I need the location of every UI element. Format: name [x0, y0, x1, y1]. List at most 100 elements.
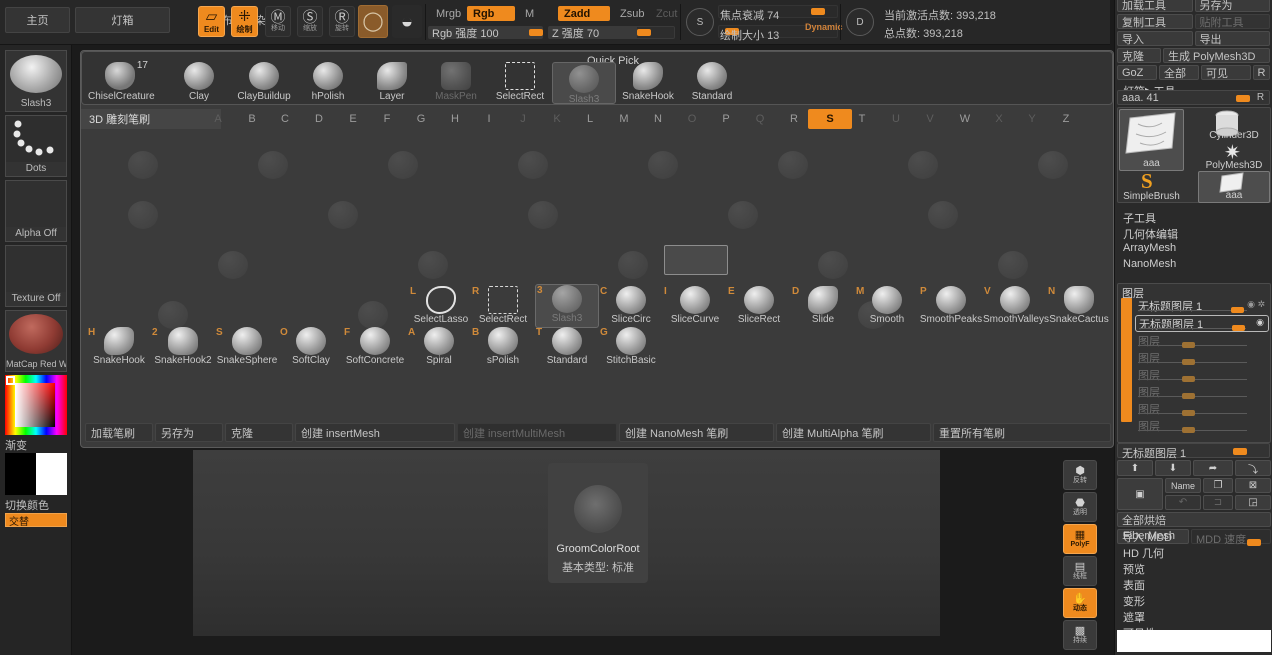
brush-snakecactus[interactable]: N SnakeCactus: [1047, 286, 1111, 330]
brush-smooth[interactable]: M Smooth: [855, 286, 919, 330]
alpha-key-a[interactable]: A: [208, 109, 228, 129]
alpha-key-i[interactable]: I: [479, 109, 499, 129]
brush-slide[interactable]: D Slide: [791, 286, 855, 330]
save-as-button[interactable]: 另存为: [155, 423, 223, 442]
vstrip-dynamic-button[interactable]: ✋ 动态: [1063, 588, 1097, 618]
alpha-key-k[interactable]: K: [547, 109, 567, 129]
brush-slicecurve[interactable]: I SliceCurve: [663, 286, 727, 330]
alpha-key-e[interactable]: E: [343, 109, 363, 129]
quickpick-item-clay[interactable]: Clay: [167, 62, 231, 104]
tool-cell-cylinder3d[interactable]: Cylinder3D: [1198, 110, 1270, 142]
edit-tool-button[interactable]: ▱ Edit: [198, 6, 225, 37]
section-fibermesh[interactable]: FiberMesh: [1123, 530, 1175, 542]
vstrip-persist-button[interactable]: ▩ 持续: [1063, 620, 1097, 650]
layer-grid-button[interactable]: ▣: [1117, 478, 1163, 510]
section-masking[interactable]: 遮罩: [1123, 609, 1145, 625]
vstrip-invert-button[interactable]: ⬢ 反转: [1063, 460, 1097, 490]
layer-row-3[interactable]: 图层: [1135, 333, 1269, 350]
quickpick-item-selectrect[interactable]: SelectRect: [488, 62, 552, 104]
brush-spiral[interactable]: A Spiral: [407, 327, 471, 371]
current-alpha-cell[interactable]: Alpha Off: [5, 180, 67, 242]
section-surface[interactable]: 表面: [1123, 577, 1145, 593]
brush-snakesphere[interactable]: S SnakeSphere: [215, 327, 279, 371]
section-deformation[interactable]: 变形: [1123, 593, 1145, 609]
alpha-key-r[interactable]: R: [784, 109, 804, 129]
rotate-tool-button[interactable]: Ⓡ 旋转: [329, 6, 355, 37]
brush-selectlasso[interactable]: L SelectLasso: [409, 286, 473, 330]
brush-smoothpeaks[interactable]: P SmoothPeaks: [919, 286, 983, 330]
current-brush-cell[interactable]: Slash3: [5, 50, 67, 112]
layers-scrollbar[interactable]: [1121, 298, 1132, 422]
mdd-speed-slider[interactable]: MDD 速度: [1191, 529, 1271, 546]
alpha-key-h[interactable]: H: [445, 109, 465, 129]
brush-selectrect[interactable]: R SelectRect: [471, 286, 535, 330]
layer-row-2[interactable]: 无标题图层 1 ◉: [1135, 315, 1269, 332]
alpha-key-g[interactable]: G: [411, 109, 431, 129]
alpha-key-u[interactable]: U: [886, 109, 906, 129]
section-subtool[interactable]: 子工具: [1123, 210, 1156, 226]
tool-cell-simplebrush[interactable]: S SimpleBrush: [1119, 169, 1184, 203]
rgb-intensity-slider[interactable]: Rgb 强度 100: [428, 26, 543, 40]
alpha-key-z[interactable]: Z: [1056, 109, 1076, 129]
alpha-key-x[interactable]: X: [989, 109, 1009, 129]
primary-color-swatch[interactable]: [5, 453, 36, 495]
m-button[interactable]: M: [519, 6, 540, 21]
layer-export-button[interactable]: ◲: [1235, 495, 1271, 510]
brush-softconcrete[interactable]: F SoftConcrete: [343, 327, 407, 371]
brush-slicecirc[interactable]: C SliceCirc: [599, 286, 663, 330]
create-insertmesh-button[interactable]: 创建 insertMesh: [295, 423, 455, 442]
current-stroke-cell[interactable]: Dots: [5, 115, 67, 177]
alpha-key-n[interactable]: N: [648, 109, 668, 129]
alpha-key-j[interactable]: J: [513, 109, 533, 129]
goz-r-button[interactable]: R: [1253, 65, 1270, 80]
layer-import-button[interactable]: ⊐: [1203, 495, 1233, 510]
quickpick-item-layer[interactable]: Layer: [360, 62, 424, 104]
alternate-button[interactable]: 交替: [5, 513, 67, 528]
alpha-key-d[interactable]: D: [309, 109, 329, 129]
nav-home-button[interactable]: 主页: [5, 7, 70, 33]
paste-tool-button[interactable]: 贴附工具: [1194, 14, 1270, 29]
layer-visibility-icon[interactable]: ◉ ✲: [1247, 299, 1265, 310]
material-swatch-button[interactable]: ◒: [392, 5, 422, 38]
nav-lightbox-button[interactable]: 灯箱: [75, 7, 170, 33]
quickpick-item-maskpen[interactable]: MaskPen: [424, 62, 488, 104]
quickpick-item-chiselcreature[interactable]: ChiselCreature 17: [88, 60, 155, 104]
scale-tool-button[interactable]: Ⓢ 缩放: [297, 6, 323, 37]
color-picker[interactable]: [5, 375, 67, 435]
color-swatches[interactable]: [5, 453, 67, 495]
layer-row-5[interactable]: 图层: [1135, 367, 1269, 384]
alpha-key-s[interactable]: S: [808, 109, 852, 129]
bake-all-button[interactable]: 全部烘焙: [1117, 512, 1271, 527]
brush-standard[interactable]: T Standard: [535, 327, 599, 371]
alpha-key-o[interactable]: O: [682, 109, 702, 129]
vstrip-transparency-button[interactable]: ⬣ 透明: [1063, 492, 1097, 522]
material-sphere-button[interactable]: ◯: [358, 5, 388, 38]
brush-stitchbasic[interactable]: G StitchBasic: [599, 327, 663, 371]
draw-icon[interactable]: D: [846, 8, 874, 36]
quickpick-item-standard[interactable]: Standard: [680, 62, 744, 104]
layer-split-button[interactable]: ⤵: [1235, 460, 1271, 476]
clone-brush-button[interactable]: 克隆: [225, 423, 293, 442]
goz-all-button[interactable]: 全部: [1159, 65, 1199, 80]
tool-cell-polymesh3d[interactable]: ✷ PolyMesh3D: [1198, 140, 1270, 172]
vstrip-polyframe-button[interactable]: ▦ PolyF: [1063, 524, 1097, 554]
alpha-key-y[interactable]: Y: [1022, 109, 1042, 129]
brush-slicerect[interactable]: E SliceRect: [727, 286, 791, 330]
layer-record-icon[interactable]: ◉: [1256, 317, 1264, 328]
layer-down-button[interactable]: ⬇: [1155, 460, 1191, 476]
alpha-key-f[interactable]: F: [377, 109, 397, 129]
section-preview[interactable]: 预览: [1123, 561, 1145, 577]
brush-smoothvalleys[interactable]: V SmoothValleys: [983, 286, 1049, 330]
groom-color-root-card[interactable]: GroomColorRoot 基本类型: 标准: [548, 463, 648, 583]
alpha-key-l[interactable]: L: [580, 109, 600, 129]
layer-delete-button[interactable]: ⊠: [1235, 478, 1271, 493]
z-intensity-slider[interactable]: Z 强度 70: [548, 26, 675, 40]
brush-slash3[interactable]: 3 Slash3: [535, 284, 599, 328]
alpha-key-q[interactable]: Q: [750, 109, 770, 129]
section-arraymesh[interactable]: ArrayMesh: [1123, 242, 1176, 254]
alpha-key-m[interactable]: M: [614, 109, 634, 129]
quickpick-item-claybuildup[interactable]: ClayBuildup: [232, 62, 296, 104]
section-hd-geometry[interactable]: HD 几何: [1123, 545, 1164, 561]
brush-snakehook2[interactable]: 2 SnakeHook2: [151, 327, 215, 371]
zsub-button[interactable]: Zsub: [614, 6, 650, 21]
